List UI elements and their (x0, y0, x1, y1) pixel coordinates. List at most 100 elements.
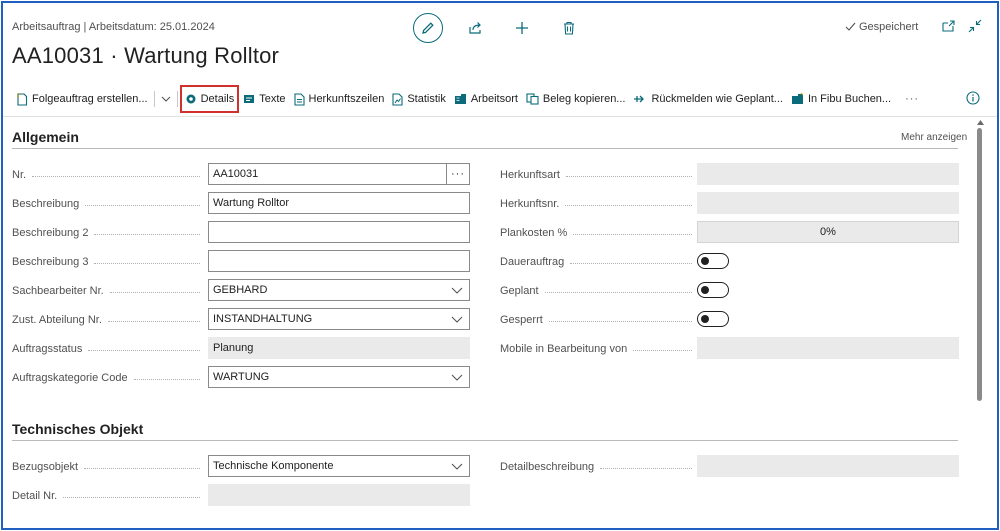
reference-object-select[interactable]: Technische Komponente (208, 455, 470, 477)
building-icon (454, 94, 466, 104)
work-location-label: Arbeitsort (470, 93, 518, 105)
label-leader (32, 175, 200, 177)
order-category-select[interactable]: WARTUNG (208, 366, 470, 388)
label-text: Mobile in Bearbeitung von (500, 343, 628, 355)
open-new-window-icon (941, 20, 955, 32)
label-text: Auftragsstatus (12, 343, 83, 355)
label-text: Detailbeschreibung (500, 461, 595, 473)
report-as-planned-action[interactable]: Rückmelden wie Geplant... (629, 86, 786, 112)
field-label-mobile: Mobile in Bearbeitung von (500, 341, 692, 357)
trash-icon (564, 21, 574, 35)
chevron-down-icon (451, 463, 463, 470)
blocked-toggle[interactable] (697, 311, 729, 327)
chevron-down-icon (451, 287, 463, 294)
description-input[interactable]: Wartung Rolltor (208, 192, 470, 214)
texts-action[interactable]: Texte (239, 86, 289, 112)
document-new-icon (16, 92, 28, 106)
label-leader (600, 467, 692, 469)
chevron-down-icon (451, 374, 463, 381)
show-more-link[interactable]: Mehr anzeigen (901, 132, 967, 143)
field-label-no: Nr. (12, 167, 200, 183)
label-text: Herkunftsnr. (500, 198, 560, 210)
section-divider (12, 440, 958, 441)
label-leader (565, 175, 692, 177)
reference-object-select-value: Technische Komponente (213, 460, 334, 472)
label-text: Plankosten % (500, 227, 568, 239)
no-lookup-button[interactable]: ··· (446, 163, 470, 185)
delete-button[interactable] (554, 13, 584, 43)
field-label-order-status: Auftragsstatus (12, 341, 200, 357)
recurring-toggle[interactable] (697, 253, 729, 269)
field-label-order-category: Auftragskategorie Code (12, 370, 200, 386)
copy-document-action[interactable]: Beleg kopieren... (522, 86, 630, 112)
label-text: Nr. (12, 169, 27, 181)
clerk-select[interactable]: GEBHARD (208, 279, 470, 301)
plan-cost-progress: 0% (697, 221, 959, 243)
clerk-select-value: GEBHARD (213, 284, 268, 296)
chevron-down-icon (451, 316, 463, 323)
scrollbar-thumb[interactable] (977, 128, 982, 401)
origin-lines-action[interactable]: Herkunftszeilen (290, 86, 389, 112)
planned-toggle[interactable] (697, 282, 729, 298)
details-action[interactable]: Details (179, 85, 240, 113)
followup-dropdown-button[interactable] (157, 86, 175, 112)
statistics-icon (392, 92, 403, 106)
origin-lines-label: Herkunftszeilen (308, 93, 385, 105)
label-leader (107, 320, 200, 322)
mobile-field (697, 337, 959, 359)
field-label-recurring: Dauerauftrag (500, 254, 692, 270)
info-button[interactable] (966, 91, 982, 107)
field-label-reference-object: Bezugsobjekt (12, 459, 200, 475)
description-3-input[interactable] (208, 250, 470, 272)
statistics-action[interactable]: Statistik (388, 86, 450, 112)
no-input[interactable]: AA10031 (208, 163, 470, 185)
label-leader (570, 262, 692, 264)
label-text: Geplant (500, 285, 539, 297)
check-icon (845, 22, 856, 31)
header-actions (413, 11, 584, 45)
action-bar-divider (3, 116, 997, 117)
collapse-button[interactable] (966, 17, 984, 35)
statistics-label: Statistik (407, 93, 446, 105)
order-status-field: Planung (208, 337, 470, 359)
action-bar: Folgeauftrag erstellen... Details Texte … (12, 85, 972, 113)
more-actions-button[interactable]: ··· (901, 86, 923, 112)
edit-button[interactable] (413, 13, 443, 43)
followup-order-action[interactable]: Folgeauftrag erstellen... (12, 86, 152, 112)
work-location-action[interactable]: Arbeitsort (450, 86, 522, 112)
field-label-description: Beschreibung (12, 196, 200, 212)
description-2-input[interactable] (208, 221, 470, 243)
scroll-up-button[interactable] (975, 117, 985, 127)
field-label-planned: Geplant (500, 283, 692, 299)
label-text: Beschreibung 2 (12, 227, 89, 239)
department-select[interactable]: INSTANDHALTUNG (208, 308, 470, 330)
share-button[interactable] (460, 13, 490, 43)
field-label-blocked: Gesperrt (500, 312, 692, 328)
copy-document-label: Beleg kopieren... (542, 93, 626, 105)
details-label: Details (200, 93, 235, 105)
copy-icon (526, 93, 539, 105)
label-text: Herkunftsart (500, 169, 560, 181)
label-text: Auftragskategorie Code (12, 372, 128, 384)
label-leader (84, 467, 200, 469)
label-text: Beschreibung (12, 198, 80, 210)
label-text: Detail Nr. (12, 490, 58, 502)
chevron-down-icon (161, 96, 170, 102)
field-label-clerk: Sachbearbeiter Nr. (12, 283, 200, 299)
detail-description-field (697, 455, 959, 477)
origin-no-field (697, 192, 959, 214)
field-label-department: Zust. Abteilung Nr. (12, 312, 200, 328)
post-fibu-action[interactable]: In Fibu Buchen... (787, 86, 895, 112)
page-caption: Arbeitsauftrag | Arbeitsdatum: 25.01.202… (12, 21, 215, 33)
saved-status-text: Gespeichert (859, 21, 919, 33)
followup-order-label: Folgeauftrag erstellen... (32, 93, 148, 105)
label-text: Sachbearbeiter Nr. (12, 285, 104, 297)
label-text: Gesperrt (500, 314, 543, 326)
label-leader (565, 204, 692, 206)
collapse-icon (968, 19, 982, 33)
document-lines-icon (293, 92, 305, 106)
new-button[interactable] (507, 13, 537, 43)
field-label-detail-description: Detailbeschreibung (500, 459, 692, 475)
open-new-window-button[interactable] (939, 17, 957, 35)
section-divider (12, 148, 958, 149)
